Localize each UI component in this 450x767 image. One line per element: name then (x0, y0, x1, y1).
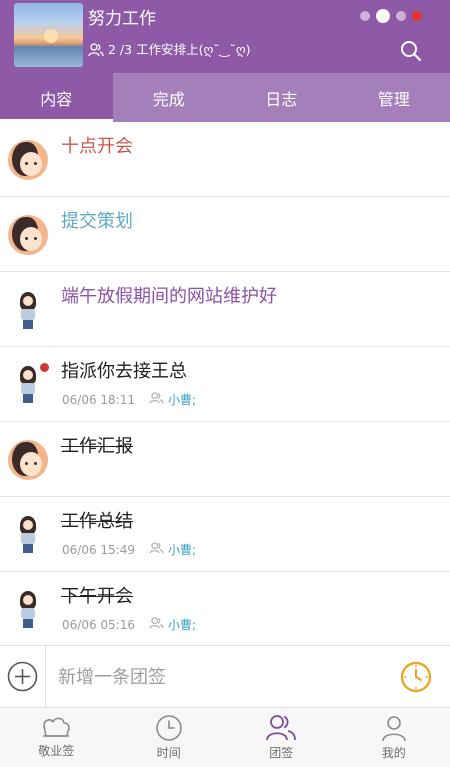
composer-bar (0, 645, 450, 708)
face-avatar (8, 215, 48, 255)
item-title: 十点开会 (61, 136, 133, 157)
search-icon[interactable] (400, 40, 422, 62)
item-title: 端午放假期间的网站维护好 (61, 286, 277, 307)
tab-done[interactable]: 完成 (113, 73, 226, 122)
group-subtitle-text: 2 /3 工作安排上(ღ˘‿˘ღ) (108, 42, 251, 57)
clock-icon (155, 714, 183, 742)
group-header: 努力工作 2 /3 工作安排上(ღ˘‿˘ღ) (0, 0, 450, 73)
nav-team[interactable]: 团签 (225, 708, 338, 767)
nav-time[interactable]: 时间 (113, 708, 226, 767)
new-memo-input[interactable] (58, 664, 378, 690)
item-title: 下午开会 (61, 586, 133, 607)
group-subtitle: 2 /3 工作安排上(ღ˘‿˘ღ) (88, 41, 251, 59)
page-dot-alert (412, 11, 422, 21)
nav-label: 敬业签 (38, 744, 75, 758)
tab-log[interactable]: 日志 (225, 73, 338, 122)
nav-jingyeqian[interactable]: 敬业签 (0, 708, 113, 767)
bottom-nav: 敬业签 时间 团签 我的 (0, 707, 450, 767)
girl-avatar (8, 589, 48, 629)
composer-divider (45, 646, 46, 708)
nav-mine[interactable]: 我的 (338, 708, 450, 767)
sea-decoration (14, 47, 83, 67)
assignee-icon (149, 617, 164, 633)
group-title: 努力工作 (88, 9, 156, 29)
team-icon (265, 714, 297, 742)
list-item[interactable]: 提交策划 (0, 197, 450, 272)
app-root: 努力工作 2 /3 工作安排上(ღ˘‿˘ღ) 内容 完成 日志 管理 十点开会 … (0, 0, 450, 767)
nav-label: 我的 (381, 746, 406, 760)
face-avatar (8, 140, 48, 180)
tab-manage[interactable]: 管理 (338, 73, 450, 122)
item-assignee: 小曹; (167, 393, 197, 407)
item-assignee: 小曹; (167, 543, 197, 557)
item-meta: 06/06 15:49 小曹; (62, 542, 196, 558)
nav-label: 团签 (269, 746, 294, 760)
cloud-icon (40, 714, 72, 740)
nav-label: 时间 (156, 746, 181, 760)
reminder-clock-icon[interactable] (400, 661, 432, 693)
add-icon[interactable] (7, 661, 38, 692)
item-meta: 06/06 18:11 小曹; (62, 392, 196, 408)
item-meta: 06/06 05:16 小曹; (62, 617, 196, 633)
item-title: 提交策划 (61, 211, 133, 232)
group-cover-image[interactable] (14, 3, 83, 67)
members-icon (88, 43, 104, 57)
item-time: 06/06 15:49 (62, 543, 135, 557)
girl-avatar (8, 514, 48, 554)
memo-list: 十点开会 提交策划 端午放假期间的网站维护好 指派你去接王总 06/06 18:… (0, 122, 450, 645)
list-item[interactable]: 十点开会 (0, 122, 450, 197)
list-item[interactable]: 工作总结 06/06 15:49 小曹; (0, 497, 450, 572)
sun-decoration (44, 29, 58, 43)
item-assignee: 小曹; (167, 618, 197, 632)
list-item[interactable]: 端午放假期间的网站维护好 (0, 272, 450, 347)
assignee-icon (149, 542, 164, 558)
item-time: 06/06 18:11 (62, 393, 135, 407)
girl-avatar (8, 290, 48, 330)
list-item[interactable]: 工作汇报 (0, 422, 450, 497)
item-title: 工作总结 (61, 511, 133, 532)
assignee-icon (149, 392, 164, 408)
page-indicator (360, 9, 422, 23)
unread-dot (40, 363, 49, 372)
page-dot (396, 11, 406, 21)
tab-bar: 内容 完成 日志 管理 (0, 73, 450, 122)
person-icon (380, 714, 408, 742)
page-dot-active (376, 9, 390, 23)
list-item[interactable]: 指派你去接王总 06/06 18:11 小曹; (0, 347, 450, 422)
item-time: 06/06 05:16 (62, 618, 135, 632)
list-item[interactable]: 下午开会 06/06 05:16 小曹; (0, 572, 450, 645)
tab-content[interactable]: 内容 (0, 73, 113, 122)
item-title: 指派你去接王总 (61, 361, 187, 382)
page-dot (360, 11, 370, 21)
item-title: 工作汇报 (61, 436, 133, 457)
face-avatar (8, 440, 48, 480)
